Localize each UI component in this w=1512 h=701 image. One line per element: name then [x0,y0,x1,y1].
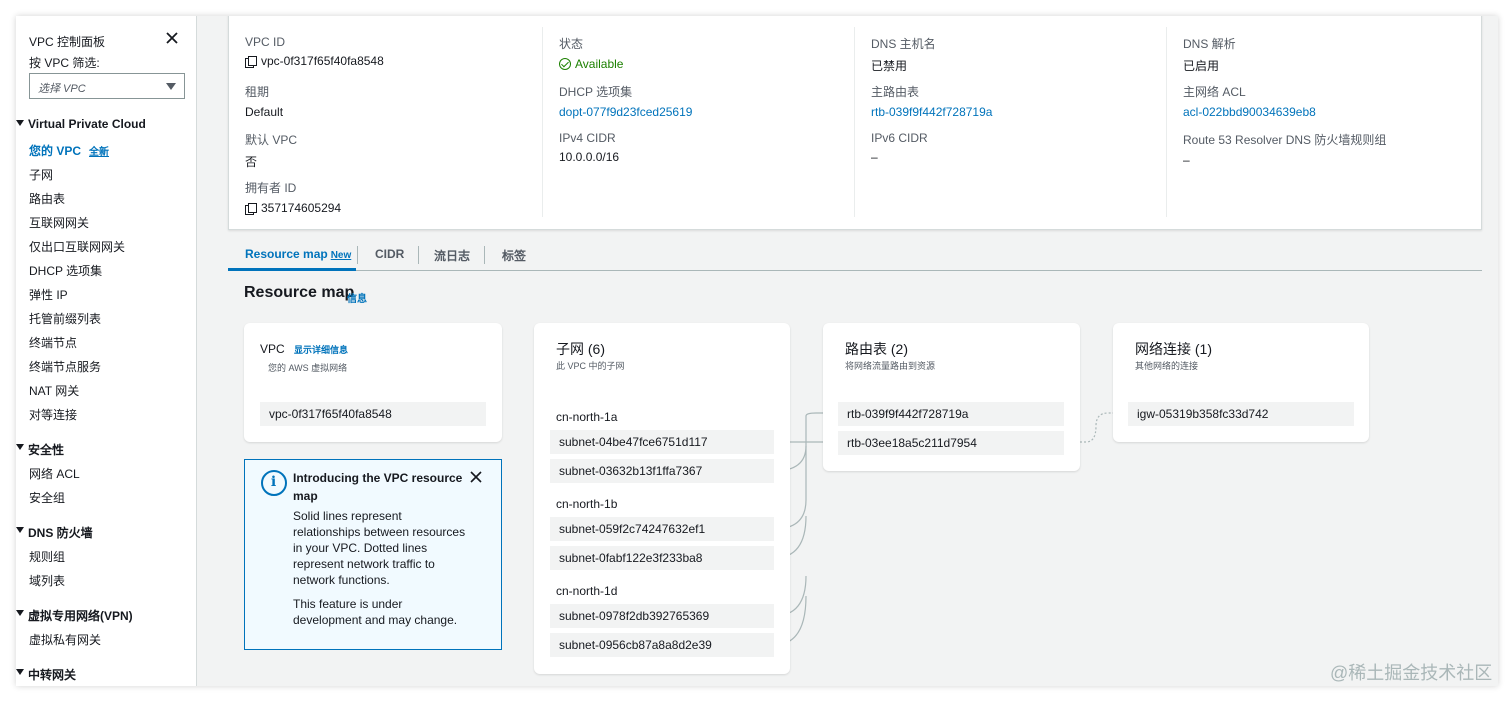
az-label: cn-north-1d [556,584,618,598]
az-label: cn-north-1b [556,497,618,511]
az-label: cn-north-1a [556,410,618,424]
subnet-chip[interactable]: subnet-0fabf122e3f233ba8 [550,546,774,570]
subnets-card-subtitle: 此 VPC 中的子网 [556,361,625,371]
info-alert-title: Introducing the VPC resource map [293,471,463,503]
vpc-card-subtitle: 您的 AWS 虚拟网络 [268,363,348,373]
close-icon[interactable] [469,470,483,484]
show-details-link[interactable]: 显示详细信息 [294,343,348,356]
subnet-chip[interactable]: subnet-059f2c74247632ef1 [550,517,774,541]
network-connections-card-subtitle: 其他网络的连接 [1135,361,1199,371]
route-tables-card-subtitle: 将网络流量路由到资源 [845,361,936,371]
subnets-card-title: 子网 (6) [556,341,605,357]
route-table-chip[interactable]: rtb-03ee18a5c211d7954 [838,431,1064,455]
vpc-card: VPC 显示详细信息 您的 AWS 虚拟网络 vpc-0f317f65f40fa… [244,323,502,442]
route-tables-card: 路由表 (2) 将网络流量路由到资源 rtb-039f9f442f728719a… [823,323,1080,471]
info-alert-note: This feature is under development and ma… [293,597,458,627]
console-frame: VPC 控制面板 按 VPC 筛选: 选择 VPC Virtual Privat… [16,16,1498,686]
vpc-chip[interactable]: vpc-0f317f65f40fa8548 [260,402,486,426]
subnet-chip[interactable]: subnet-0978f2db392765369 [550,604,774,628]
subnet-chip[interactable]: subnet-04be47fce6751d117 [550,430,774,454]
vpc-card-title: VPC [260,342,285,356]
watermark: @稀土掘金技术社区 [1330,663,1493,683]
route-table-chip[interactable]: rtb-039f9f442f728719a [838,402,1064,426]
info-icon: i [261,470,287,496]
network-connections-card-title: 网络连接 (1) [1135,341,1212,357]
network-connections-card: 网络连接 (1) 其他网络的连接 igw-05319b358fc33d742 [1113,323,1369,442]
info-alert-body: Solid lines represent relationships betw… [293,509,466,587]
subnet-chip[interactable]: subnet-03632b13f1ffa7367 [550,459,774,483]
resource-map-info-alert: i Introducing the VPC resource map Solid… [244,459,502,650]
subnet-chip[interactable]: subnet-0956cb87a8a8d2e39 [550,633,774,657]
internet-gateway-chip[interactable]: igw-05319b358fc33d742 [1128,402,1354,426]
route-tables-card-title: 路由表 (2) [845,341,908,357]
subnets-card: 子网 (6) 此 VPC 中的子网 cn-north-1a subnet-04b… [534,323,790,674]
